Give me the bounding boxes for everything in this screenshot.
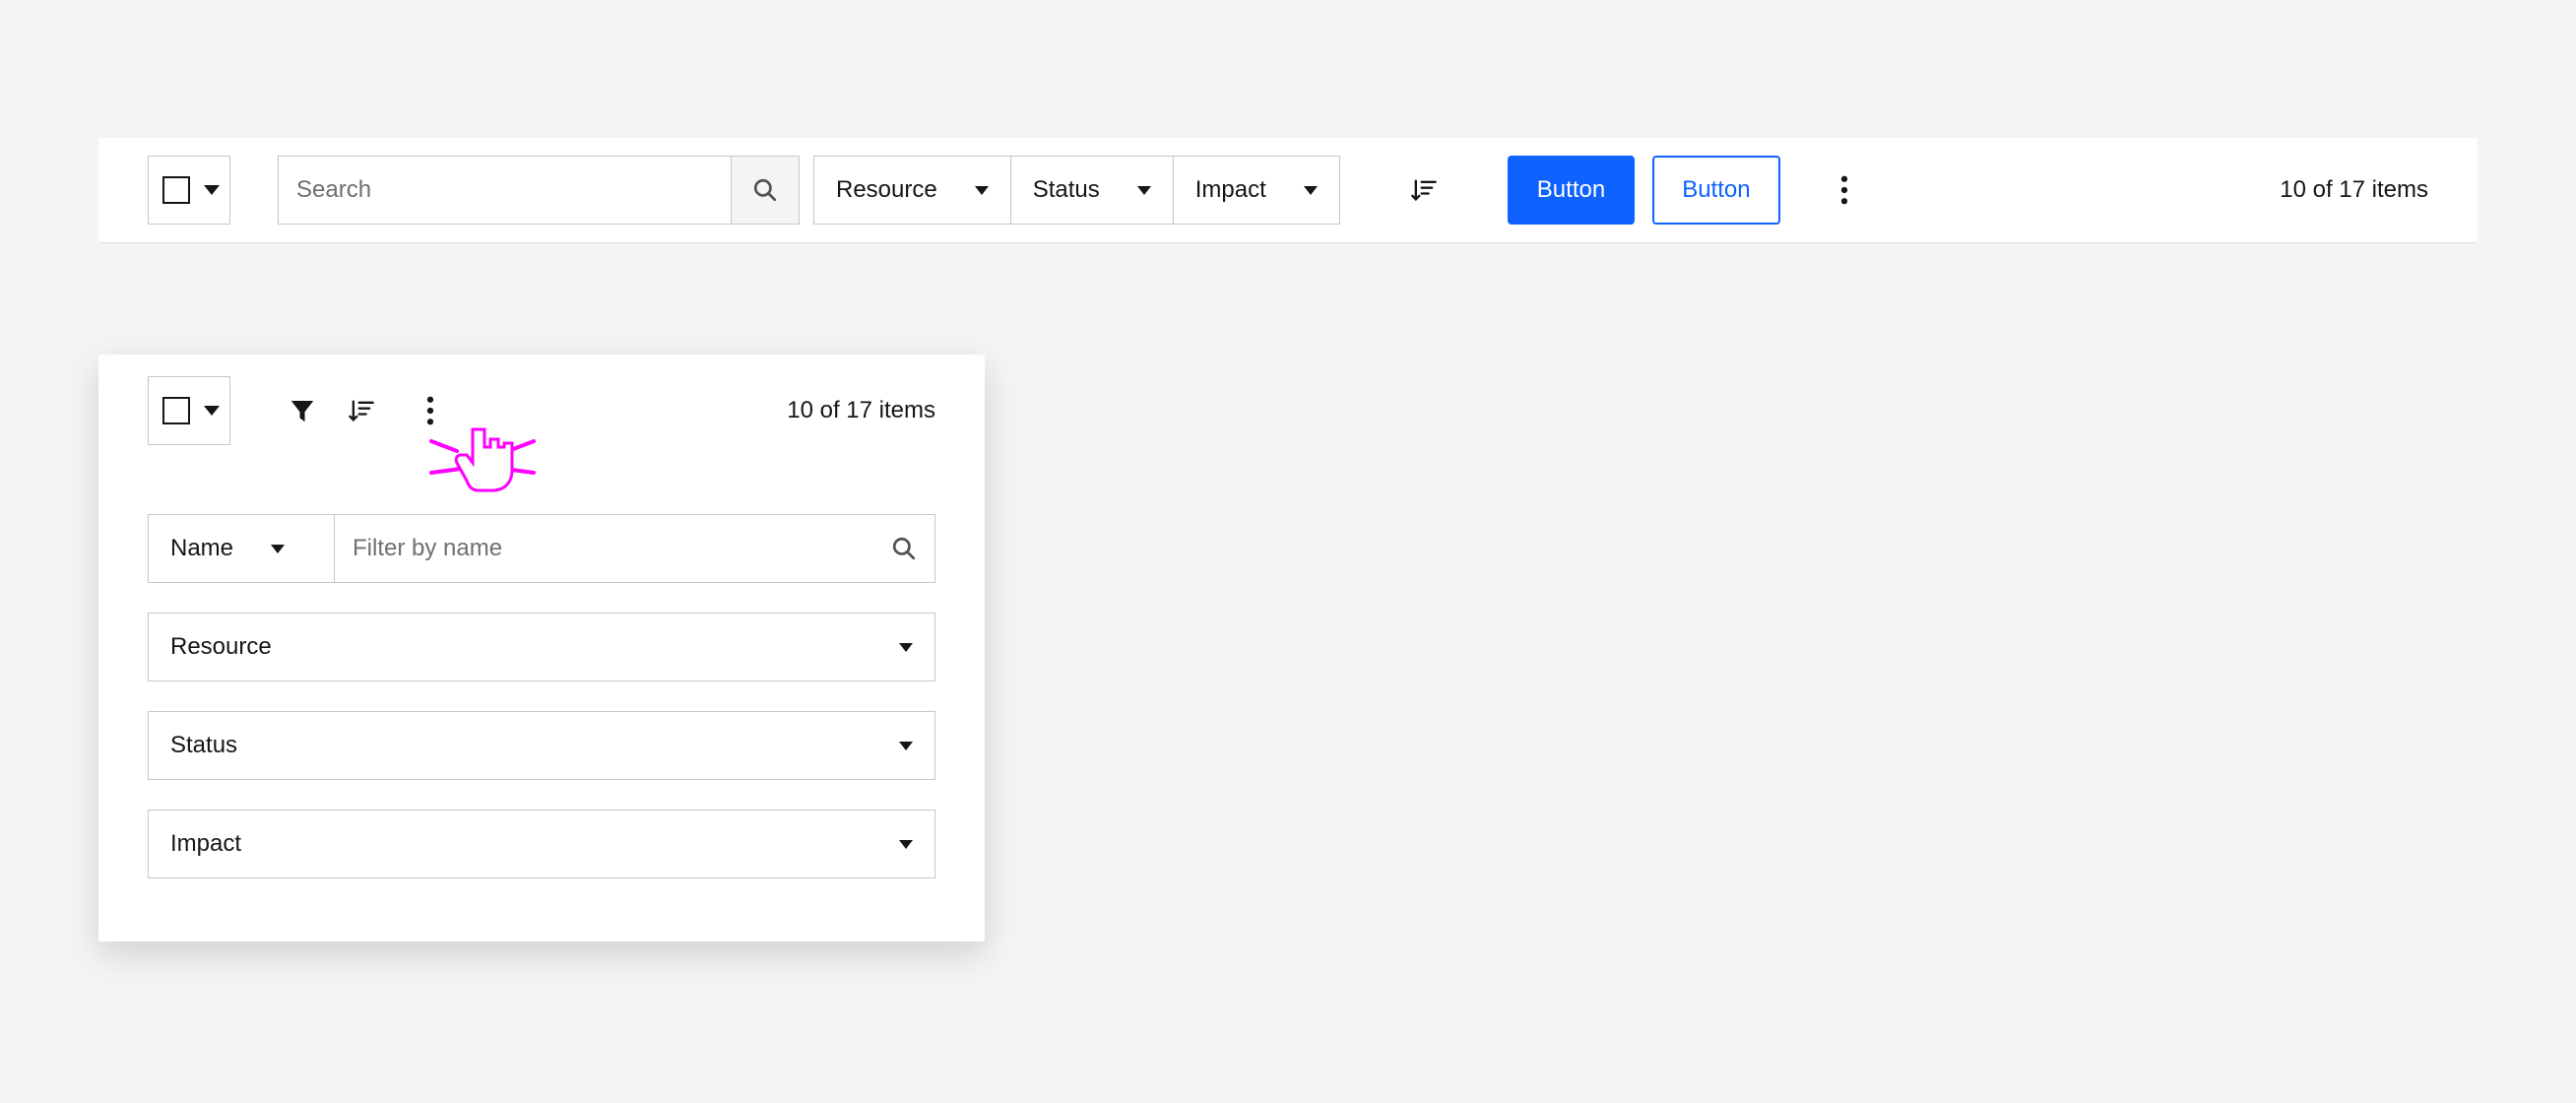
checkbox-icon <box>162 397 190 424</box>
secondary-action-button[interactable]: Button <box>1652 156 1779 225</box>
search-icon <box>752 177 778 203</box>
chevron-down-icon <box>899 840 913 849</box>
checkbox-icon <box>162 176 190 204</box>
chevron-down-icon <box>204 406 220 416</box>
compact-toolbar: 10 of 17 items <box>148 376 935 445</box>
filter-status[interactable]: Status <box>1010 156 1173 225</box>
chevron-down-icon <box>899 742 913 750</box>
filter-label: Status <box>1033 176 1100 204</box>
chevron-down-icon <box>975 186 989 195</box>
name-filter-input-wrap <box>335 514 935 583</box>
search-field <box>278 156 800 225</box>
name-filter-input[interactable] <box>353 535 891 562</box>
filter-label: Status <box>170 732 237 759</box>
sort-button[interactable] <box>1399 165 1449 215</box>
search-icon <box>891 536 917 561</box>
name-field-selector[interactable]: Name <box>148 514 335 583</box>
chevron-down-icon <box>271 545 285 553</box>
chevron-down-icon <box>204 185 220 195</box>
items-count-label: 10 of 17 items <box>787 397 935 424</box>
filter-label: Impact <box>1195 176 1266 204</box>
compact-toolbar-panel: 10 of 17 items Name <box>98 355 985 941</box>
chevron-down-icon <box>1304 186 1318 195</box>
search-button[interactable] <box>731 156 800 225</box>
action-buttons: Button Button <box>1508 156 1780 225</box>
filter-impact-dropdown[interactable]: Impact <box>148 810 935 878</box>
chevron-down-icon <box>1137 186 1151 195</box>
items-count-label: 10 of 17 items <box>2280 176 2428 204</box>
chevron-down-icon <box>899 643 913 652</box>
sort-icon <box>1410 176 1438 204</box>
kebab-icon <box>426 396 434 425</box>
filter-group: Resource Status Impact <box>813 156 1340 225</box>
sort-button[interactable] <box>337 386 386 435</box>
filter-icon <box>288 396 317 425</box>
select-all-dropdown[interactable] <box>148 376 230 445</box>
select-all-dropdown[interactable] <box>148 156 230 225</box>
overflow-menu-button[interactable] <box>406 386 455 435</box>
search-input[interactable] <box>278 156 731 225</box>
top-toolbar: Resource Status Impact Button Button <box>98 138 2478 243</box>
filter-label: Resource <box>170 633 272 661</box>
filter-status-dropdown[interactable]: Status <box>148 711 935 780</box>
filter-label: Impact <box>170 830 241 858</box>
overflow-menu-button[interactable] <box>1820 165 1869 215</box>
kebab-icon <box>1840 175 1848 205</box>
filter-resource[interactable]: Resource <box>813 156 1010 225</box>
primary-action-button[interactable]: Button <box>1508 156 1635 225</box>
filter-label: Resource <box>836 176 937 204</box>
name-field-label: Name <box>170 535 233 562</box>
name-filter-row: Name <box>148 514 935 583</box>
filter-button[interactable] <box>278 386 327 435</box>
filter-resource-dropdown[interactable]: Resource <box>148 613 935 681</box>
sort-icon <box>348 397 375 424</box>
filter-impact[interactable]: Impact <box>1173 156 1340 225</box>
